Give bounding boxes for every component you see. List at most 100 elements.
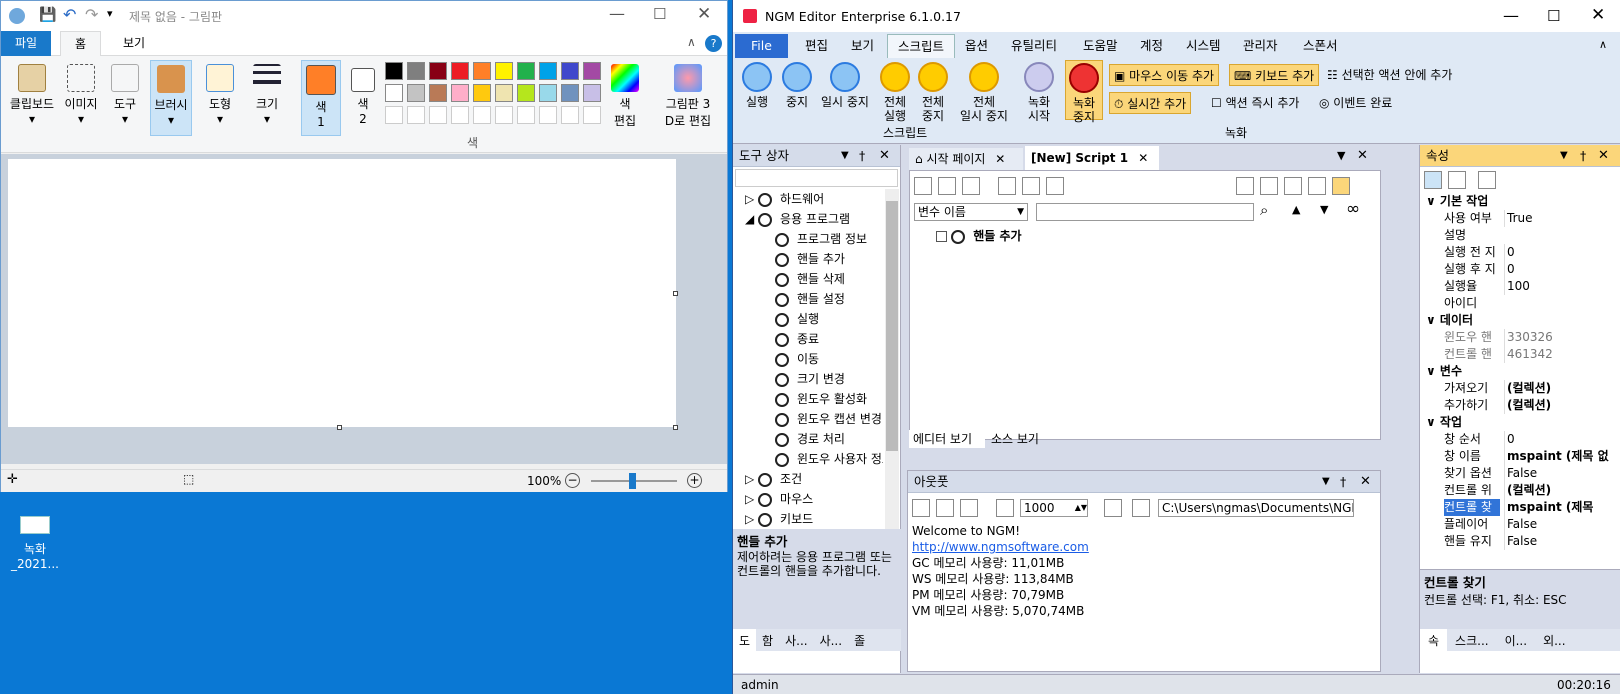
add-action-now-button[interactable]: ☐ 액션 즉시 추가 <box>1207 92 1303 114</box>
run-all-button[interactable]: 전체 실행 <box>875 60 915 123</box>
categorized-icon[interactable] <box>1424 171 1442 189</box>
toolbox-item[interactable]: 핸들 설정 <box>733 289 883 309</box>
stop-button[interactable]: 중지 <box>777 60 817 109</box>
palette-empty-slot[interactable] <box>473 106 491 124</box>
close-icon[interactable]: ✕ <box>1357 148 1368 163</box>
checkbox[interactable] <box>936 231 947 242</box>
down-icon[interactable]: ▼ <box>1320 203 1328 216</box>
property-row[interactable]: 핸들 유지 False <box>1420 533 1620 550</box>
menu-file[interactable]: File <box>735 34 788 58</box>
run-button[interactable]: 실행 <box>737 60 777 109</box>
alphabetical-icon[interactable] <box>1448 171 1466 189</box>
dropdown-icon[interactable]: ▼ <box>1560 145 1568 167</box>
property-value[interactable]: 0 <box>1504 431 1618 448</box>
copy-icon[interactable] <box>936 499 954 517</box>
palette-color[interactable] <box>539 84 557 102</box>
collapse-icon[interactable]: ∨ <box>1426 415 1440 429</box>
toolbox-bottom-tab[interactable]: 졸 <box>848 629 871 651</box>
property-row[interactable]: 컨트롤 위 (컬렉션) <box>1420 482 1620 499</box>
collapse-icon[interactable]: ∨ <box>1426 364 1440 378</box>
toolbox-bottom-tab[interactable]: 사... <box>814 629 848 651</box>
property-row[interactable]: 아이디 <box>1420 295 1620 312</box>
resize-handle[interactable] <box>337 425 342 430</box>
palette-color[interactable] <box>429 84 447 102</box>
property-category[interactable]: ∨ 작업 <box>1420 414 1620 431</box>
property-row[interactable]: 실행 전 지 0 <box>1420 244 1620 261</box>
toolbox-item[interactable]: ▷ 조건 <box>733 469 883 489</box>
undo-icon[interactable]: ↶ <box>63 5 76 24</box>
palette-color[interactable] <box>583 62 601 80</box>
palette-empty-slot[interactable] <box>429 106 447 124</box>
tab-editor-view[interactable]: 에디터 보기 <box>909 430 985 448</box>
property-value[interactable]: False <box>1504 465 1618 482</box>
output-line-count[interactable]: 1000 ▲▼ <box>1020 499 1088 517</box>
realtime-add-button[interactable]: ⏱ 실시간 추가 <box>1109 92 1192 114</box>
palette-color[interactable] <box>451 62 469 80</box>
help-icon[interactable]: ? <box>705 35 722 52</box>
toolbox-item[interactable]: ▷ 키보드 <box>733 509 883 529</box>
clipboard-button[interactable]: 클립보드 ▾ <box>7 60 57 136</box>
toolbox-bottom-tab[interactable]: 사... <box>779 629 813 651</box>
clear-icon[interactable] <box>912 499 930 517</box>
palette-color[interactable] <box>561 84 579 102</box>
property-value[interactable]: mspaint (제목 없 <box>1504 448 1618 465</box>
variable-search-input[interactable] <box>1036 203 1254 221</box>
image-button[interactable]: 이미지 ▾ <box>61 60 101 136</box>
palette-empty-slot[interactable] <box>407 106 425 124</box>
palette-color[interactable] <box>561 62 579 80</box>
pause-button[interactable]: 일시 중지 <box>817 60 873 109</box>
collapse-ribbon-icon[interactable]: ∧ <box>1599 38 1607 51</box>
close-icon[interactable]: ✕ <box>1360 471 1371 493</box>
palette-color[interactable] <box>583 84 601 102</box>
eraser-icon[interactable] <box>995 499 1014 517</box>
palette-color[interactable] <box>385 84 403 102</box>
property-row[interactable]: 실행 후 지 0 <box>1420 261 1620 278</box>
close-icon[interactable]: ✕ <box>1598 145 1609 167</box>
menu-edit[interactable]: 편집 <box>795 34 838 58</box>
tab-source-view[interactable]: 소스 보기 <box>987 430 1055 448</box>
toolbox-item[interactable]: 크기 변경 <box>733 369 883 389</box>
step-icon[interactable] <box>997 177 1016 195</box>
toolbox-item[interactable]: ▷ 마우스 <box>733 489 883 509</box>
property-row[interactable]: 창 순서 0 <box>1420 431 1620 448</box>
palette-color[interactable] <box>473 62 491 80</box>
expand-icon[interactable]: ▷ <box>745 512 758 526</box>
property-value[interactable]: 461342 <box>1504 346 1618 363</box>
property-row[interactable]: 찾기 옵션 False <box>1420 465 1620 482</box>
properties-bottom-tab[interactable]: 속 <box>1420 629 1448 651</box>
tab-view[interactable]: 보기 <box>109 31 159 56</box>
run-from-icon[interactable] <box>1021 177 1040 195</box>
palette-color[interactable] <box>385 62 403 80</box>
menu-admin[interactable]: 관리자 <box>1233 34 1288 58</box>
palette-empty-slot[interactable] <box>495 106 513 124</box>
dropdown-icon[interactable]: ▼ <box>1322 471 1330 493</box>
dropdown-icon[interactable]: ▼ <box>841 145 849 167</box>
shapes-button[interactable]: 도형 ▾ <box>200 60 240 136</box>
palette-empty-slot[interactable] <box>583 106 601 124</box>
close-icon[interactable]: ✕ <box>1591 5 1605 25</box>
paint3d-button[interactable]: 그림판 3 D로 편집 <box>655 60 721 136</box>
event-complete-button[interactable]: ◎ 이벤트 완료 <box>1315 92 1396 114</box>
drawing-canvas[interactable] <box>8 159 676 427</box>
property-row[interactable]: 플레이어 False <box>1420 516 1620 533</box>
record-start-button[interactable]: 녹화 시작 <box>1019 60 1059 123</box>
pin-icon[interactable]: † <box>1340 471 1346 493</box>
toolbox-bottom-tab[interactable]: 도 <box>733 629 757 651</box>
collapse-icon[interactable]: ◢ <box>745 212 758 226</box>
resize-handle[interactable] <box>673 291 678 296</box>
expand-icon[interactable]: ▷ <box>745 492 758 506</box>
palette-color[interactable] <box>495 84 513 102</box>
delete-icon[interactable] <box>1284 177 1302 195</box>
property-category[interactable]: ∨ 변수 <box>1420 363 1620 380</box>
palette-empty-slot[interactable] <box>539 106 557 124</box>
property-row[interactable]: 컨트롤 핸 461342 <box>1420 346 1620 363</box>
close-icon[interactable]: ✕ <box>879 145 890 167</box>
menu-help[interactable]: 도움말 <box>1073 34 1128 58</box>
close-icon[interactable]: ✕ <box>1138 151 1148 165</box>
search-icon[interactable]: ⌕ <box>1260 201 1268 219</box>
list-icon[interactable] <box>960 499 978 517</box>
toolbox-item[interactable]: 종료 <box>733 329 883 349</box>
menu-options[interactable]: 옵션 <box>955 34 998 58</box>
property-row[interactable]: 추가하기 (컬렉션) <box>1420 397 1620 414</box>
palette-color[interactable] <box>407 62 425 80</box>
